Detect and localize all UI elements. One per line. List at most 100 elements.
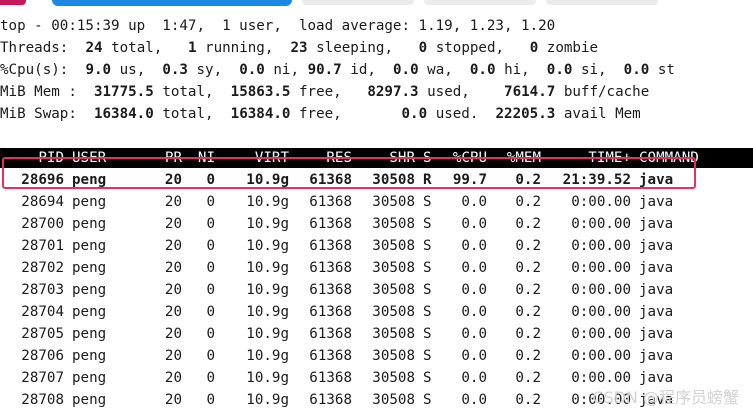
cell-mem: 0.2 [515, 304, 541, 320]
cell-virt: 10.9g [246, 282, 289, 298]
cell-virt: 10.9g [246, 194, 289, 210]
cell-pr: 20 [164, 260, 182, 276]
cell-cpu: 0.0 [461, 282, 487, 298]
tab[interactable] [302, 0, 414, 5]
cell-time: 0:00.00 [571, 304, 631, 320]
process-row[interactable]: 28706 peng 20 0 10.9g 61368 30508 S 0.0 0.2 0:00.0… [0, 345, 753, 367]
cell-res: 61368 [309, 326, 352, 342]
cell-command: java [639, 260, 674, 276]
mem-used-label: used, [427, 84, 470, 100]
cell-pr: 20 [164, 392, 182, 408]
active-tab[interactable] [52, 0, 292, 6]
cell-virt: 10.9g [246, 304, 289, 320]
cell-pr: 20 [164, 216, 182, 232]
cell-pid: 28705 [21, 326, 64, 342]
process-row[interactable]: 28705 peng 20 0 10.9g 61368 30508 S 0.0 0.2 0:00.0… [0, 323, 753, 345]
cell-s: S [423, 348, 432, 364]
cell-shr: 30508 [372, 348, 415, 364]
cell-cpu: 0.0 [461, 194, 487, 210]
cell-res: 61368 [309, 348, 352, 364]
cell-ni: 0 [206, 282, 215, 298]
cell-cpu: 0.0 [461, 326, 487, 342]
cell-time: 0:00.00 [571, 282, 631, 298]
cell-pr: 20 [164, 326, 182, 342]
cell-res: 61368 [309, 238, 352, 254]
cell-virt: 10.9g [246, 348, 289, 364]
swap-total-label: total, [162, 106, 214, 122]
cpu-sy: 0.3 [162, 62, 188, 78]
threads-sleeping-label: sleeping, [316, 40, 393, 56]
cell-command: java [639, 304, 674, 320]
cell-shr: 30508 [372, 216, 415, 232]
cell-ni: 0 [206, 370, 215, 386]
process-row[interactable]: 28704 peng 20 0 10.9g 61368 30508 S 0.0 0.2 0:00.0… [0, 301, 753, 323]
process-row[interactable]: 28694 peng 20 0 10.9g 61368 30508 S 0.0 0.2 0:00.0… [0, 191, 753, 213]
tab-indicator-pink[interactable] [0, 0, 26, 5]
swap-summary: MiB Swap: 16384.0 total, 16384.0 free, 0… [0, 103, 641, 125]
cell-res: 61368 [309, 392, 352, 408]
cpu-ni: 0.0 [239, 62, 265, 78]
process-row[interactable]: 28701 peng 20 0 10.9g 61368 30508 S 0.0 0.2 0:00.0… [0, 235, 753, 257]
swap-used: 0.0 [401, 106, 428, 122]
cell-cpu: 0.0 [461, 348, 487, 364]
cell-time: 0:00.00 [571, 260, 631, 276]
cell-cpu: 0.0 [461, 260, 487, 276]
mem-free: 15863.5 [230, 84, 291, 100]
cell-s: S [423, 260, 432, 276]
cell-s: S [423, 326, 432, 342]
cell-pr: 20 [164, 304, 182, 320]
cell-pid: 28704 [21, 304, 64, 320]
cell-res: 61368 [309, 216, 352, 232]
cell-virt: 10.9g [246, 260, 289, 276]
mem-free-label: free, [299, 84, 342, 100]
cpu-st-label: st [657, 62, 675, 78]
cell-shr: 30508 [372, 260, 415, 276]
cell-ni: 0 [206, 392, 215, 408]
cell-res: 61368 [309, 282, 352, 298]
cell-res: 61368 [309, 260, 352, 276]
cell-pr: 20 [164, 194, 182, 210]
process-row[interactable]: 28702 peng 20 0 10.9g 61368 30508 S 0.0 0.2 0:00.0… [0, 257, 753, 279]
cell-cpu: 0.0 [461, 370, 487, 386]
threads-sleeping: 23 [290, 40, 308, 56]
cpu-st: 0.0 [623, 62, 650, 78]
watermark: CSDN @程序员螃蟹 [592, 388, 739, 407]
cell-cpu: 0.0 [461, 392, 487, 408]
cell-user: peng [72, 238, 107, 254]
process-row[interactable]: 28700 peng 20 0 10.9g 61368 30508 S 0.0 0.2 0:00.0… [0, 213, 753, 235]
cell-s: S [423, 216, 432, 232]
cell-ni: 0 [206, 260, 215, 276]
mem-label: MiB Mem : [0, 84, 77, 100]
cell-time: 0:00.00 [571, 348, 631, 364]
threads-stopped-label: stopped, [435, 40, 505, 56]
cpu-summary: %Cpu(s): 9.0 us, 0.3 sy, 0.0 ni, 90.7 id… [0, 59, 675, 81]
cell-ni: 0 [206, 348, 215, 364]
cpu-si-label: si, [580, 62, 607, 78]
cell-virt: 10.9g [246, 392, 289, 408]
cell-user: peng [72, 304, 107, 320]
threads-zombie: 0 [529, 40, 539, 56]
cell-command: java [639, 238, 674, 254]
threads-running-label: running, [205, 40, 274, 56]
browser-tab-strip [0, 0, 753, 6]
swap-total: 16384.0 [93, 106, 154, 122]
cell-mem: 0.2 [515, 194, 541, 210]
cell-mem: 0.2 [515, 326, 541, 342]
tab[interactable] [546, 0, 658, 5]
cell-virt: 10.9g [246, 326, 289, 342]
process-row[interactable]: 28703 peng 20 0 10.9g 61368 30508 S 0.0 0.2 0:00.0… [0, 279, 753, 301]
cell-pid: 28708 [21, 392, 64, 408]
cell-user: peng [72, 326, 107, 342]
mem-total: 31775.5 [93, 84, 154, 100]
cpu-sy-label: sy, [196, 62, 223, 78]
cell-s: S [423, 194, 432, 210]
cell-pid: 28702 [21, 260, 64, 276]
tab[interactable] [424, 0, 536, 5]
cell-user: peng [72, 282, 107, 298]
cell-pr: 20 [164, 238, 182, 254]
cell-res: 61368 [309, 194, 352, 210]
threads-zombie-label: zombie [546, 40, 599, 56]
cell-ni: 0 [206, 194, 215, 210]
cell-s: S [423, 392, 432, 408]
cpu-hi-label: hi, [504, 62, 530, 78]
